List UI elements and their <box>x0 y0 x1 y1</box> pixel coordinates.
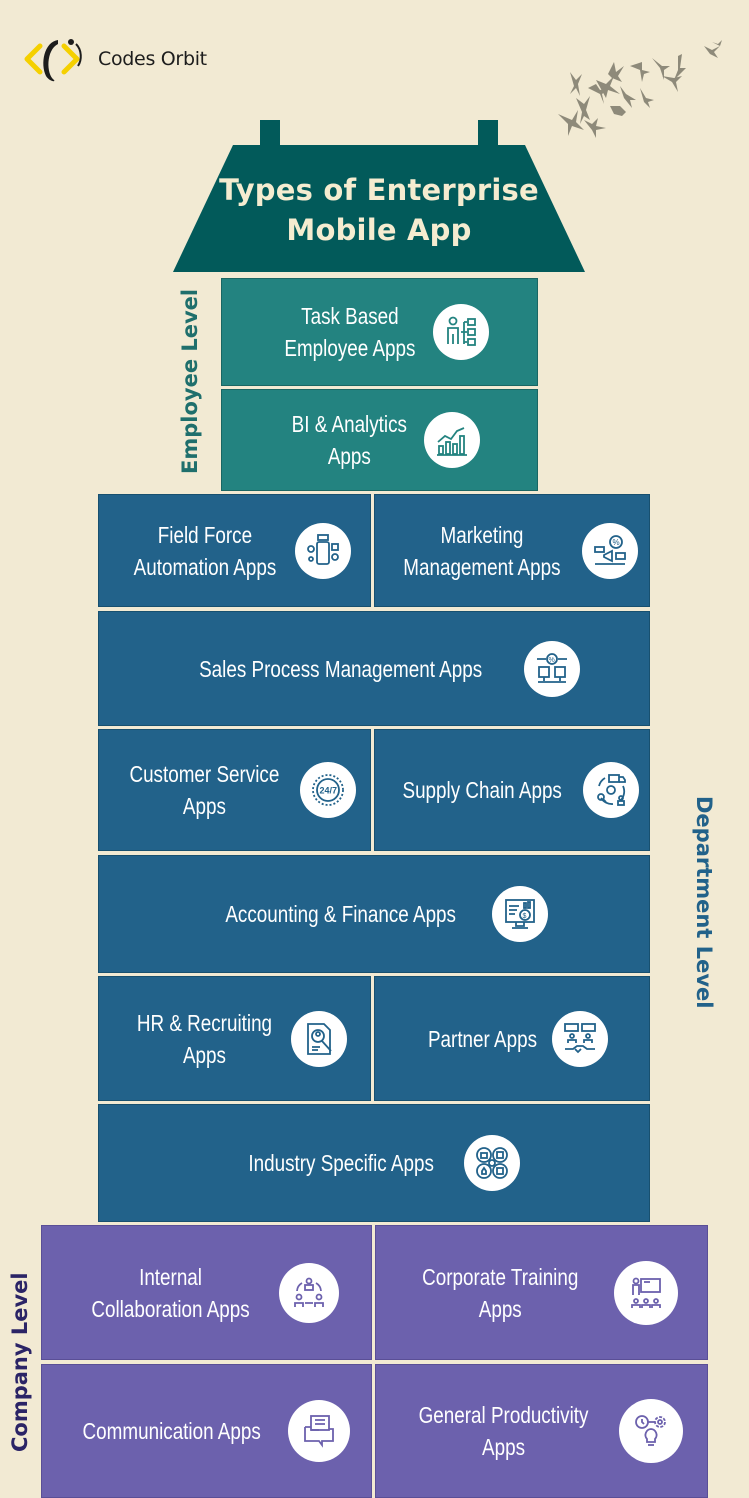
tile-bi-analytics-apps[interactable]: BI & Analytics Apps <box>221 389 538 491</box>
title-line-2: Mobile App <box>286 213 472 247</box>
tile-label: Accounting & Finance Apps <box>225 901 457 927</box>
tile-supply-chain-apps[interactable]: Supply Chain Apps <box>374 729 650 851</box>
supply-chain-truck-icon <box>583 762 640 818</box>
tile-field-force-automation-apps[interactable]: Field Force Automation Apps <box>98 494 371 607</box>
productivity-gear-bulb-icon <box>619 1399 684 1463</box>
collaboration-cycle-icon <box>279 1262 340 1323</box>
industry-gear-icon <box>464 1135 521 1191</box>
tile-marketing-management-apps[interactable]: Marketing Management Apps % <box>374 494 650 607</box>
tile-label: Customer Service Apps <box>129 761 280 819</box>
mobile-field-force-icon <box>295 522 352 579</box>
employee-level-label: Employee Level <box>178 288 202 474</box>
chat-bubbles-icon <box>288 1400 351 1462</box>
tile-label: Supply Chain Apps <box>402 777 562 803</box>
task-checklist-person-icon <box>433 304 490 360</box>
code-brackets-orbit-icon <box>24 39 82 82</box>
tile-label: Industry Specific Apps <box>248 1150 434 1176</box>
tile-task-based-employee-apps[interactable]: Task Based Employee Apps <box>221 278 538 386</box>
svg-text:%: % <box>612 538 619 547</box>
svg-text:$: $ <box>522 913 526 920</box>
tile-sales-process-management-apps[interactable]: Sales Process Management Apps % <box>98 611 650 726</box>
tile-internal-collaboration-apps[interactable]: Internal Collaboration Apps <box>41 1225 372 1360</box>
tile-label: BI & Analytics Apps <box>291 411 408 469</box>
sales-process-percent-icon: % <box>523 640 580 697</box>
tile-accounting-finance-apps[interactable]: Accounting & Finance Apps $ <box>98 855 650 973</box>
tile-customer-service-apps[interactable]: Customer Service Apps 24/7 <box>98 729 371 851</box>
page-title: Types of Enterprise Mobile App <box>190 170 568 250</box>
analytics-chart-icon <box>423 412 480 468</box>
brand-logo: Codes Orbit <box>24 34 207 84</box>
tile-label: Sales Process Management Apps <box>199 655 483 682</box>
tile-hr-recruiting-apps[interactable]: HR & Recruiting Apps <box>98 976 371 1101</box>
svg-text:%: % <box>548 657 554 664</box>
support-24-7-icon: 24/7 <box>299 762 356 818</box>
training-presentation-icon <box>613 1260 678 1325</box>
marketing-megaphone-icon: % <box>581 522 638 579</box>
tile-label: General Productivity Apps <box>418 1402 589 1460</box>
company-level-label: Company Level <box>8 1272 32 1452</box>
svg-text:24/7: 24/7 <box>319 786 337 796</box>
partner-handshake-icon <box>552 1010 609 1067</box>
tile-general-productivity-apps[interactable]: General Productivity Apps <box>375 1364 708 1498</box>
finance-monitor-dollar-icon: $ <box>491 886 548 942</box>
brand-name: Codes Orbit <box>98 48 207 70</box>
tile-industry-specific-apps[interactable]: Industry Specific Apps <box>98 1104 650 1222</box>
tile-label: Field Force Automation Apps <box>133 521 276 580</box>
tile-label: Partner Apps <box>427 1025 537 1052</box>
tile-label: Communication Apps <box>82 1418 261 1444</box>
tile-label: Task Based Employee Apps <box>283 303 416 361</box>
tile-label: Internal Collaboration Apps <box>91 1263 250 1322</box>
tile-label: Marketing Management Apps <box>403 521 561 580</box>
recruiting-document-search-icon <box>290 1010 347 1067</box>
tile-partner-apps[interactable]: Partner Apps <box>374 976 650 1101</box>
tile-label: Corporate Training Apps <box>422 1263 579 1322</box>
tile-label: HR & Recruiting Apps <box>136 1009 273 1068</box>
tile-corporate-training-apps[interactable]: Corporate Training Apps <box>375 1225 708 1360</box>
department-level-label: Department Level <box>692 796 716 1009</box>
title-line-1: Types of Enterprise <box>219 173 539 207</box>
tile-communication-apps[interactable]: Communication Apps <box>41 1364 372 1498</box>
